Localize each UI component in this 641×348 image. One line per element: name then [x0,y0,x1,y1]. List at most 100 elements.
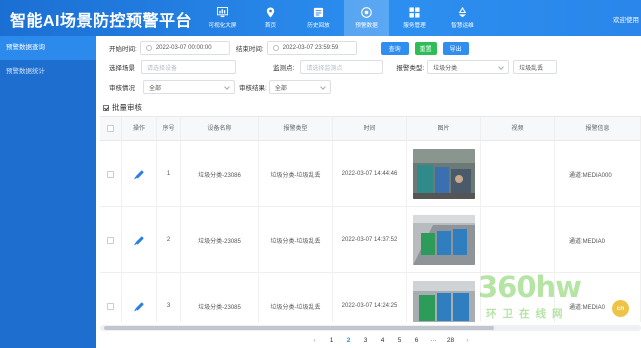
table-header: 操作 序号 设备名称 报警类型 时间 图片 视频 报警信息 [100,117,641,141]
scrollbar-thumb[interactable] [104,326,494,330]
end-time-value: 2022-03-07 23:59:59 [282,45,339,51]
row-index: 1 [157,141,181,207]
prev-page-button[interactable]: ‹ [306,337,323,344]
alarm-subtype-select[interactable]: 垃圾乱丢 [513,60,558,74]
monitor-point-select[interactable]: 请选择监测点 [300,60,384,74]
main-nav: 可视化大屏 首页 历史回放 预警数据 服务管理 智慧运维 [200,0,488,36]
alert-thumbnail[interactable] [412,149,475,199]
export-button[interactable]: 导出 [442,41,469,55]
row-checkbox[interactable] [107,236,114,244]
sidebar-item-alert-query[interactable]: 预警数据查询 [0,36,96,60]
header-select-all[interactable] [100,117,122,141]
nav-item-home[interactable]: 首页 [248,0,293,36]
batch-audit-label: 批量审核 [112,103,142,112]
clock-icon [145,45,152,51]
pagination: ‹ 1 2 3 4 5 6 ··· 28 › [306,333,476,347]
top-header: 智能AI场景防控预警平台 可视化大屏 首页 历史回放 预警数据 服务管理 智慧运… [0,0,641,36]
chevron-down-icon [498,64,504,70]
audit-result-label: 审核结果: [239,85,267,92]
query-button[interactable]: 查询 [380,41,409,55]
location-pin-icon [266,7,275,18]
scene-label: 选择场景 [109,65,135,72]
row-op-cell [122,207,157,273]
nav-item-service-management[interactable]: 服务管理 [392,0,437,36]
monitor-point-label: 监测点: [273,65,295,72]
row-info: 通道:MEDIA0 [555,207,641,273]
page-4[interactable]: 4 [374,337,391,344]
batch-audit-button[interactable]: 批量审核 [103,102,142,113]
nav-item-smart-ops[interactable]: 智慧运维 [440,0,485,36]
edit-pencil-icon[interactable] [134,301,144,311]
row-image-cell [407,207,481,273]
row-index: 3 [157,273,181,322]
scene-select[interactable]: 请选择设备 [141,60,236,74]
row-checkbox[interactable] [107,302,114,310]
page-1[interactable]: 1 [323,337,340,344]
next-page-button[interactable]: › [459,337,476,344]
row-op-cell [122,141,157,207]
alarm-type-select[interactable]: 垃圾分类 [427,60,510,74]
alert-thumbnail[interactable] [412,281,475,322]
page-2[interactable]: 2 [340,337,357,344]
horizontal-scrollbar[interactable] [100,325,641,331]
alarm-subtype-value: 垃圾乱丢 [519,65,544,72]
header-image: 图片 [407,117,481,141]
nav-label: 服务管理 [403,23,426,29]
nav-label: 智慧运维 [451,23,474,29]
nav-label: 预警数据 [355,23,378,29]
sidebar: 预警数据查询 预警数据统计 [0,36,96,348]
row-video-cell [481,207,555,273]
row-device: 垃圾分类-23086 [181,141,259,207]
header-type: 报警类型 [259,117,333,141]
page-5[interactable]: 5 [391,337,408,344]
select-all-checkbox[interactable] [107,125,114,132]
start-time-input[interactable]: 2022-03-07 00:00:00 [139,41,230,55]
row-time: 2022-03-07 14:24:25 [333,273,407,322]
filter-row-audit: 审核情况 全部 审核结果: 全部 [109,79,331,95]
header-time: 时间 [333,117,407,141]
row-select-cell [100,141,122,207]
page-28[interactable]: 28 [442,337,459,344]
audit-status-select[interactable]: 全部 [143,80,235,94]
page-3[interactable]: 3 [357,337,374,344]
recycle-icon [458,7,467,18]
end-time-label: 结束时间: [235,46,264,53]
sidebar-item-alert-statistics[interactable]: 预警数据统计 [0,60,96,84]
alert-thumbnail[interactable] [412,215,475,265]
row-index: 2 [157,207,181,273]
audit-result-select[interactable]: 全部 [268,80,331,94]
nav-label: 首页 [264,23,277,29]
alert-data-icon [361,7,372,18]
reset-button[interactable]: 重置 [414,41,437,55]
history-icon [313,7,324,18]
chevron-down-icon [319,84,326,90]
row-image-cell [407,273,481,322]
end-time-input[interactable]: 2022-03-07 23:59:59 [266,41,357,55]
audit-status-label: 审核情况 [109,85,135,92]
audit-result-value: 全部 [274,85,287,92]
table-row: 2 垃圾分类-23085 垃圾分类-垃圾乱丢 2022-03-07 14:37:… [100,207,641,273]
row-device: 垃圾分类-23085 [181,207,259,273]
row-type: 垃圾分类-垃圾乱丢 [259,207,333,273]
welcome-text: 欢迎使用 [613,17,639,24]
row-op-cell [122,273,157,322]
page-ellipsis[interactable]: ··· [425,337,442,344]
row-type: 垃圾分类-垃圾乱丢 [259,273,333,322]
row-checkbox[interactable] [107,170,114,178]
alarm-type-label: 报警类型: [396,65,425,72]
audit-status-value: 全部 [149,85,162,92]
header-index: 序号 [157,117,181,141]
nav-item-visual-screen[interactable]: 可视化大屏 [200,0,245,36]
alert-table: 操作 序号 设备名称 报警类型 时间 图片 视频 报警信息 1 垃圾分类-230… [100,116,641,322]
row-video-cell [481,273,555,322]
page-6[interactable]: 6 [408,337,425,344]
alarm-type-value: 垃圾分类 [433,65,458,72]
edit-pencil-icon[interactable] [134,235,144,245]
nav-item-alert-data[interactable]: 预警数据 [344,0,389,36]
nav-label: 历史回放 [307,23,330,29]
nav-item-history-playback[interactable]: 历史回放 [296,0,341,36]
row-time: 2022-03-07 14:37:52 [333,207,407,273]
header-video: 视频 [481,117,555,141]
row-video-cell [481,141,555,207]
edit-pencil-icon[interactable] [134,169,144,179]
